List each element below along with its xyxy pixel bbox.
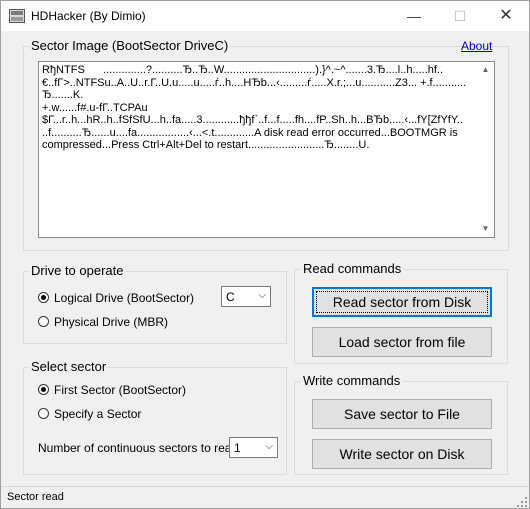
- specify-sector-radio[interactable]: Specify a Sector: [38, 407, 168, 423]
- first-sector-label: First Sector (BootSector): [54, 383, 187, 397]
- physical-drive-label: Physical Drive (MBR): [54, 315, 169, 329]
- app-window: HDHacker (By Dimio) — ☐ ✕ Sector Image (…: [0, 0, 530, 509]
- logical-drive-radio[interactable]: Logical Drive (BootSector): [38, 291, 208, 307]
- first-sector-radio-dot: [38, 384, 49, 395]
- first-sector-radio[interactable]: First Sector (BootSector): [38, 383, 208, 399]
- status-text: Sector read: [7, 491, 64, 503]
- specify-sector-label: Specify a Sector: [54, 407, 142, 421]
- sector-count-select[interactable]: 1 ⌵: [229, 437, 278, 458]
- logical-drive-radio-dot: [38, 292, 49, 303]
- chevron-down-icon: ⌵: [265, 441, 273, 452]
- status-bar: Sector read: [1, 486, 529, 508]
- window-title: HDHacker (By Dimio): [31, 9, 146, 23]
- physical-drive-radio-dot: [38, 316, 49, 327]
- drive-group-title: Drive to operate: [29, 263, 126, 278]
- load-sector-from-file-button[interactable]: Load sector from file: [312, 327, 492, 357]
- minimize-button[interactable]: —: [391, 1, 437, 31]
- physical-drive-radio[interactable]: Physical Drive (MBR): [38, 315, 188, 331]
- sector-group-title: Select sector: [29, 359, 109, 374]
- maximize-button[interactable]: ☐: [437, 1, 483, 31]
- write-commands-title: Write commands: [301, 373, 403, 388]
- focus-outline: [316, 291, 488, 313]
- sector-hex-textarea[interactable]: RђNTFS ..............?..........Ђ..Ђ..W.…: [38, 61, 495, 238]
- sector-image-title: Sector Image (BootSector DriveC): [29, 38, 231, 53]
- read-commands-title: Read commands: [301, 261, 404, 276]
- sector-content: RђNTFS ..............?..........Ђ..Ђ..W.…: [42, 64, 467, 151]
- save-sector-to-file-label: Save sector to File: [344, 406, 460, 422]
- load-sector-from-file-label: Load sector from file: [338, 334, 466, 350]
- write-sector-on-disk-label: Write sector on Disk: [339, 446, 465, 462]
- specify-sector-radio-dot: [38, 408, 49, 419]
- drive-letter-value: C: [226, 290, 235, 304]
- drive-group: [23, 271, 287, 344]
- resize-grip-icon[interactable]: [517, 497, 527, 507]
- logical-drive-label: Logical Drive (BootSector): [54, 291, 195, 305]
- close-button[interactable]: ✕: [483, 1, 529, 31]
- app-icon: [9, 9, 25, 23]
- chevron-down-icon: ⌵: [258, 290, 266, 301]
- scroll-up-icon[interactable]: ▲: [477, 62, 494, 78]
- sector-count-label: Number of continuous sectors to read:: [38, 441, 242, 455]
- about-link[interactable]: About: [461, 39, 492, 53]
- title-bar: HDHacker (By Dimio) — ☐ ✕: [1, 1, 529, 31]
- save-sector-to-file-button[interactable]: Save sector to File: [312, 399, 492, 429]
- drive-letter-select[interactable]: C ⌵: [221, 286, 271, 307]
- write-sector-on-disk-button[interactable]: Write sector on Disk: [312, 439, 492, 469]
- textarea-scrollbar[interactable]: ▲ ▼: [477, 62, 494, 237]
- sector-count-value: 1: [234, 441, 241, 455]
- read-sector-from-disk-button[interactable]: Read sector from Disk: [312, 287, 492, 317]
- scroll-down-icon[interactable]: ▼: [477, 221, 494, 237]
